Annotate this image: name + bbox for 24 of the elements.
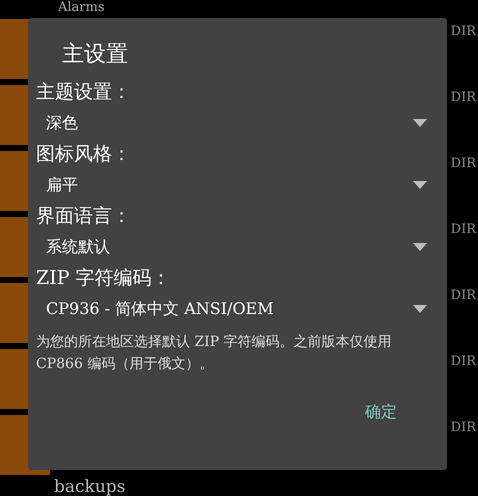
setting-label: 图标风格： [36,142,132,167]
setting-label: ZIP 字符编码： [36,266,172,291]
folder-name: Alarms [56,0,106,16]
dropdown[interactable]: 系统默认 [36,229,433,265]
dropdown-arrow-icon [413,305,427,313]
dropdown[interactable]: 扁平 [36,167,433,203]
dropdown[interactable]: CP936 - 简体中文 ANSI/OEM [36,291,433,327]
folder-name: backups [53,478,126,496]
dir-label: DIR [450,353,478,371]
description-text: 为您的所在地区选择默认 ZIP 字符编码。之前版本仅使用 CP866 编码（用于俄文）。 [36,333,393,374]
dropdown-arrow-icon [413,119,427,127]
dir-label: DIR [450,287,478,305]
setting-label: 主题设置： [36,80,132,105]
dropdown[interactable]: 深色 [36,105,433,141]
dir-label: DIR [450,419,478,437]
setting-label: 界面语言： [36,204,132,229]
dropdown-arrow-icon [413,243,427,251]
dir-label: DIR [450,23,478,41]
dropdown-arrow-icon [413,181,427,189]
dir-label: DIR [450,221,478,239]
dialog-title: 主设置 [61,41,129,69]
dir-label: DIR [450,155,478,173]
dir-label: DIR [450,89,478,107]
ok-button[interactable]: 确定 [359,399,403,425]
